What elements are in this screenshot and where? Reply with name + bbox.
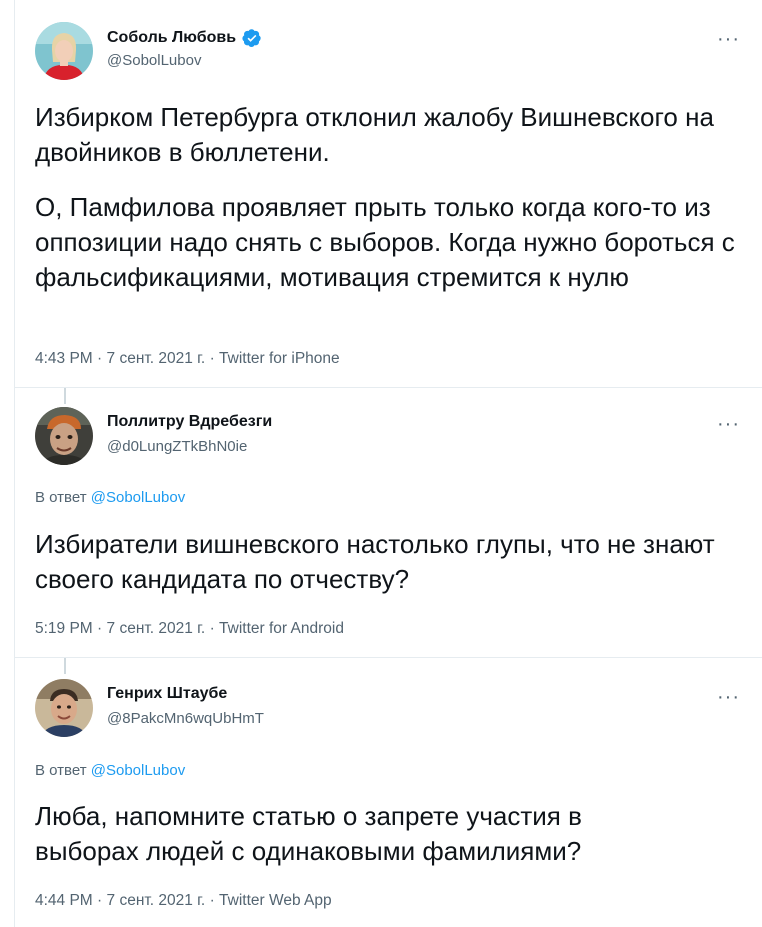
tweet-date[interactable]: 7 сент. 2021 г.	[107, 620, 206, 637]
reply-context: В ответ @SobolLubov	[35, 489, 185, 506]
tweet-divider	[14, 657, 762, 658]
avatar[interactable]	[35, 679, 93, 737]
author-name[interactable]: Поллитру Вдребезги	[107, 413, 272, 431]
meta-separator: ·	[209, 620, 215, 637]
avatar[interactable]	[35, 22, 93, 80]
meta-separator: ·	[97, 620, 103, 637]
reply-prefix: В ответ	[35, 489, 87, 506]
author-name[interactable]: Соболь Любовь	[107, 29, 236, 47]
thread-connector	[64, 388, 66, 404]
author-handle[interactable]: @SobolLubov	[107, 52, 201, 69]
tweet-text: Люба, напомните статью о запрете участия…	[35, 801, 582, 866]
reply-handle-link[interactable]: @SobolLubov	[91, 762, 185, 779]
tweet-source: Twitter for iPhone	[219, 350, 340, 367]
thread-connector	[64, 658, 66, 674]
tweet-meta: 4:43 PM · 7 сент. 2021 г. · Twitter for …	[35, 350, 340, 368]
tweet-source: Twitter for Android	[219, 620, 344, 637]
tweet-text-paragraph: Избирком Петербурга отклонил жалобу Вишн…	[35, 102, 714, 167]
reply-handle-link[interactable]: @SobolLubov	[91, 489, 185, 506]
meta-separator: ·	[209, 350, 215, 367]
meta-separator: ·	[97, 892, 103, 909]
tweet-meta: 5:19 PM · 7 сент. 2021 г. · Twitter for …	[35, 620, 344, 638]
verified-badge-icon	[242, 29, 261, 47]
tweet-meta: 4:44 PM · 7 сент. 2021 г. · Twitter Web …	[35, 892, 332, 910]
meta-separator: ·	[209, 892, 215, 909]
avatar[interactable]	[35, 407, 93, 465]
reply-prefix: В ответ	[35, 762, 87, 779]
tweet-source: Twitter Web App	[219, 892, 332, 909]
author-handle[interactable]: @d0LungZTkBhN0ie	[107, 438, 247, 455]
author-name[interactable]: Генрих Штаубе	[107, 685, 227, 703]
tweet-time[interactable]: 4:43 PM	[35, 350, 93, 367]
tweet-time[interactable]: 4:44 PM	[35, 892, 93, 909]
tweet-time[interactable]: 5:19 PM	[35, 620, 93, 637]
meta-separator: ·	[97, 350, 103, 367]
tweet-text-paragraph: О, Памфилова проявляет прыть только когд…	[35, 192, 735, 292]
reply-context: В ответ @SobolLubov	[35, 762, 185, 779]
more-options-icon[interactable]: ···	[717, 29, 740, 49]
more-options-icon[interactable]: ···	[717, 687, 740, 707]
tweet-date[interactable]: 7 сент. 2021 г.	[107, 350, 206, 367]
avatar-image	[35, 679, 93, 737]
more-options-icon[interactable]: ···	[717, 414, 740, 434]
avatar-image	[35, 22, 93, 80]
tweet-date[interactable]: 7 сент. 2021 г.	[107, 892, 206, 909]
tweet-divider	[14, 387, 762, 388]
author-handle[interactable]: @8PakcMn6wqUbHmT	[107, 710, 264, 727]
tweet-text: Избиратели вишневского настолько глупы, …	[35, 529, 715, 594]
avatar-image	[35, 407, 93, 465]
